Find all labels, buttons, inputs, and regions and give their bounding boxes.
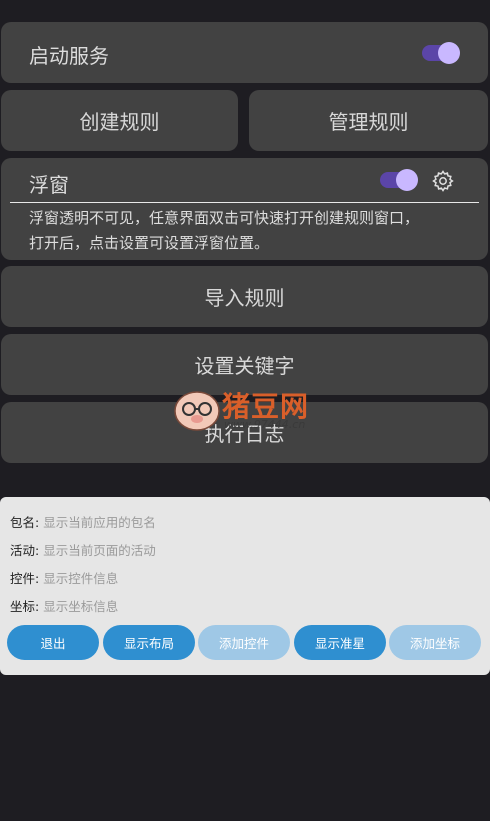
exit-button[interactable]: 退出 xyxy=(7,625,99,660)
toggle-knob xyxy=(438,42,460,64)
manage-rule-button[interactable]: 管理规则 xyxy=(249,90,488,151)
import-rules-button[interactable]: 导入规则 xyxy=(1,266,488,327)
add-coord-button[interactable]: 添加坐标 xyxy=(389,625,481,660)
set-keywords-button[interactable]: 设置关键字 xyxy=(1,334,488,395)
show-crosshair-button[interactable]: 显示准星 xyxy=(294,625,386,660)
add-widget-button[interactable]: 添加控件 xyxy=(198,625,290,660)
execution-log-button[interactable]: 执行日志 xyxy=(1,402,488,463)
start-service-label: 启动服务 xyxy=(29,44,109,68)
coord-row: 坐标: 显示坐标信息 xyxy=(10,596,118,615)
activity-label: 活动: xyxy=(10,543,40,558)
package-label: 包名: xyxy=(10,515,40,530)
create-rule-button[interactable]: 创建规则 xyxy=(1,90,238,151)
float-window-label: 浮窗 xyxy=(29,173,69,197)
show-layout-button[interactable]: 显示布局 xyxy=(103,625,195,660)
float-description-line1: 浮窗透明不可见，任意界面双击可快速打开创建规则窗口， xyxy=(29,209,420,227)
coord-value: 显示坐标信息 xyxy=(43,599,119,614)
start-service-card[interactable]: 启动服务 xyxy=(1,22,488,83)
float-window-card: 浮窗 浮窗透明不可见，任意界面双击可快速打开创建规则窗口， 打开后，点击设置可设… xyxy=(1,158,488,260)
widget-value: 显示控件信息 xyxy=(43,571,119,586)
activity-value: 显示当前页面的活动 xyxy=(43,543,156,558)
activity-row: 活动: 显示当前页面的活动 xyxy=(10,540,156,559)
start-service-toggle[interactable] xyxy=(422,42,460,64)
coord-label: 坐标: xyxy=(10,599,40,614)
toggle-knob xyxy=(396,169,418,191)
float-description: 浮窗透明不可见，任意界面双击可快速打开创建规则窗口， 打开后，点击设置可设置浮窗… xyxy=(29,206,466,256)
widget-label: 控件: xyxy=(10,571,40,586)
float-description-line2: 打开后，点击设置可设置浮窗位置。 xyxy=(29,234,270,252)
package-value: 显示当前应用的包名 xyxy=(43,515,156,530)
gear-icon[interactable] xyxy=(431,169,455,193)
float-window-toggle[interactable] xyxy=(380,169,418,191)
widget-row: 控件: 显示控件信息 xyxy=(10,568,118,587)
package-row: 包名: 显示当前应用的包名 xyxy=(10,512,156,531)
float-divider xyxy=(10,202,479,203)
